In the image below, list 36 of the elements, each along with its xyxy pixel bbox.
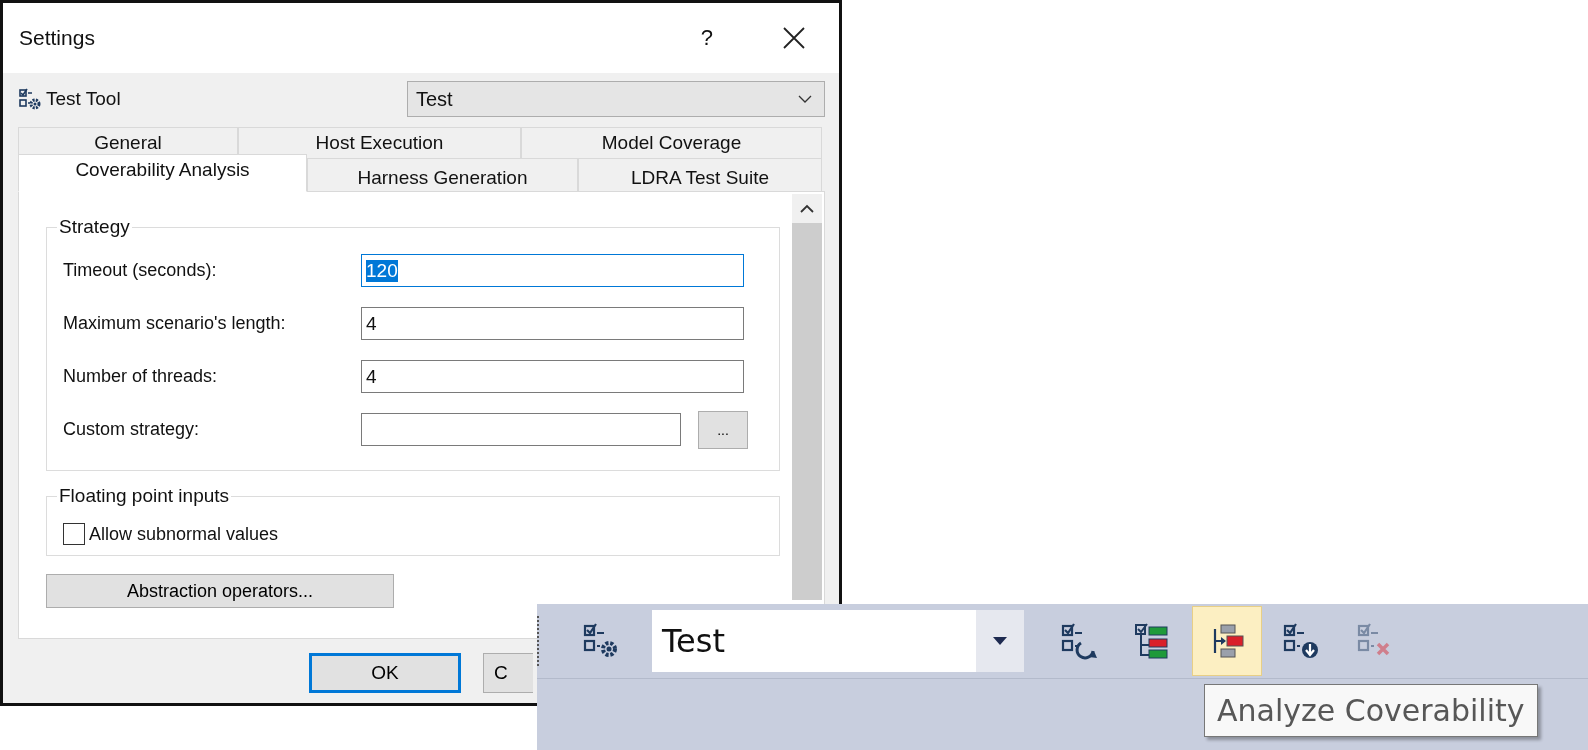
input-field[interactable]: 4	[361, 307, 744, 340]
field-label: Maximum scenario's length:	[63, 313, 287, 334]
configuration-combo[interactable]: Test	[652, 610, 1024, 672]
group-title: Floating point inputs	[58, 485, 231, 507]
checklist-refresh-icon	[1059, 621, 1099, 661]
tab[interactable]: Host Execution	[238, 127, 521, 159]
help-button[interactable]: ?	[700, 25, 713, 51]
dialog-button[interactable]: OK	[309, 653, 461, 693]
chevron-down-icon	[798, 95, 812, 103]
field-label: Custom strategy:	[63, 419, 201, 440]
dropdown-icon	[993, 637, 1007, 645]
abstraction-operators-button[interactable]: Abstraction operators...	[46, 574, 394, 608]
browse-button[interactable]: ...	[698, 410, 748, 449]
checkbox-label: Allow subnormal values	[89, 523, 279, 545]
input-field[interactable]: 120	[361, 254, 744, 287]
toolbar-button[interactable]	[1192, 606, 1262, 676]
input-field[interactable]: 4	[361, 360, 744, 393]
checklist-download-icon	[1281, 621, 1321, 661]
tab[interactable]: LDRA Test Suite	[578, 158, 822, 192]
tool-dropdown[interactable]: Test	[407, 81, 825, 117]
tool-label: Test Tool	[46, 88, 121, 110]
field-label: Timeout (seconds):	[63, 260, 218, 281]
tab[interactable]: Model Coverage	[521, 127, 822, 159]
tooltip: Analyze Coverability	[1204, 684, 1538, 737]
close-icon[interactable]	[783, 27, 805, 49]
scroll-up-icon[interactable]	[800, 204, 814, 213]
checklist-gear-icon	[18, 87, 42, 111]
dialog-button[interactable]: C	[483, 653, 533, 693]
checkbox[interactable]	[63, 523, 85, 545]
tab[interactable]: Harness Generation	[307, 158, 578, 192]
window-title: Settings	[19, 26, 96, 50]
group-title: Strategy	[58, 216, 131, 238]
field-label: Number of threads:	[63, 366, 219, 387]
tab[interactable]: Coverability Analysis	[18, 154, 307, 192]
scrollbar[interactable]	[792, 194, 822, 600]
input-field[interactable]	[361, 413, 681, 446]
